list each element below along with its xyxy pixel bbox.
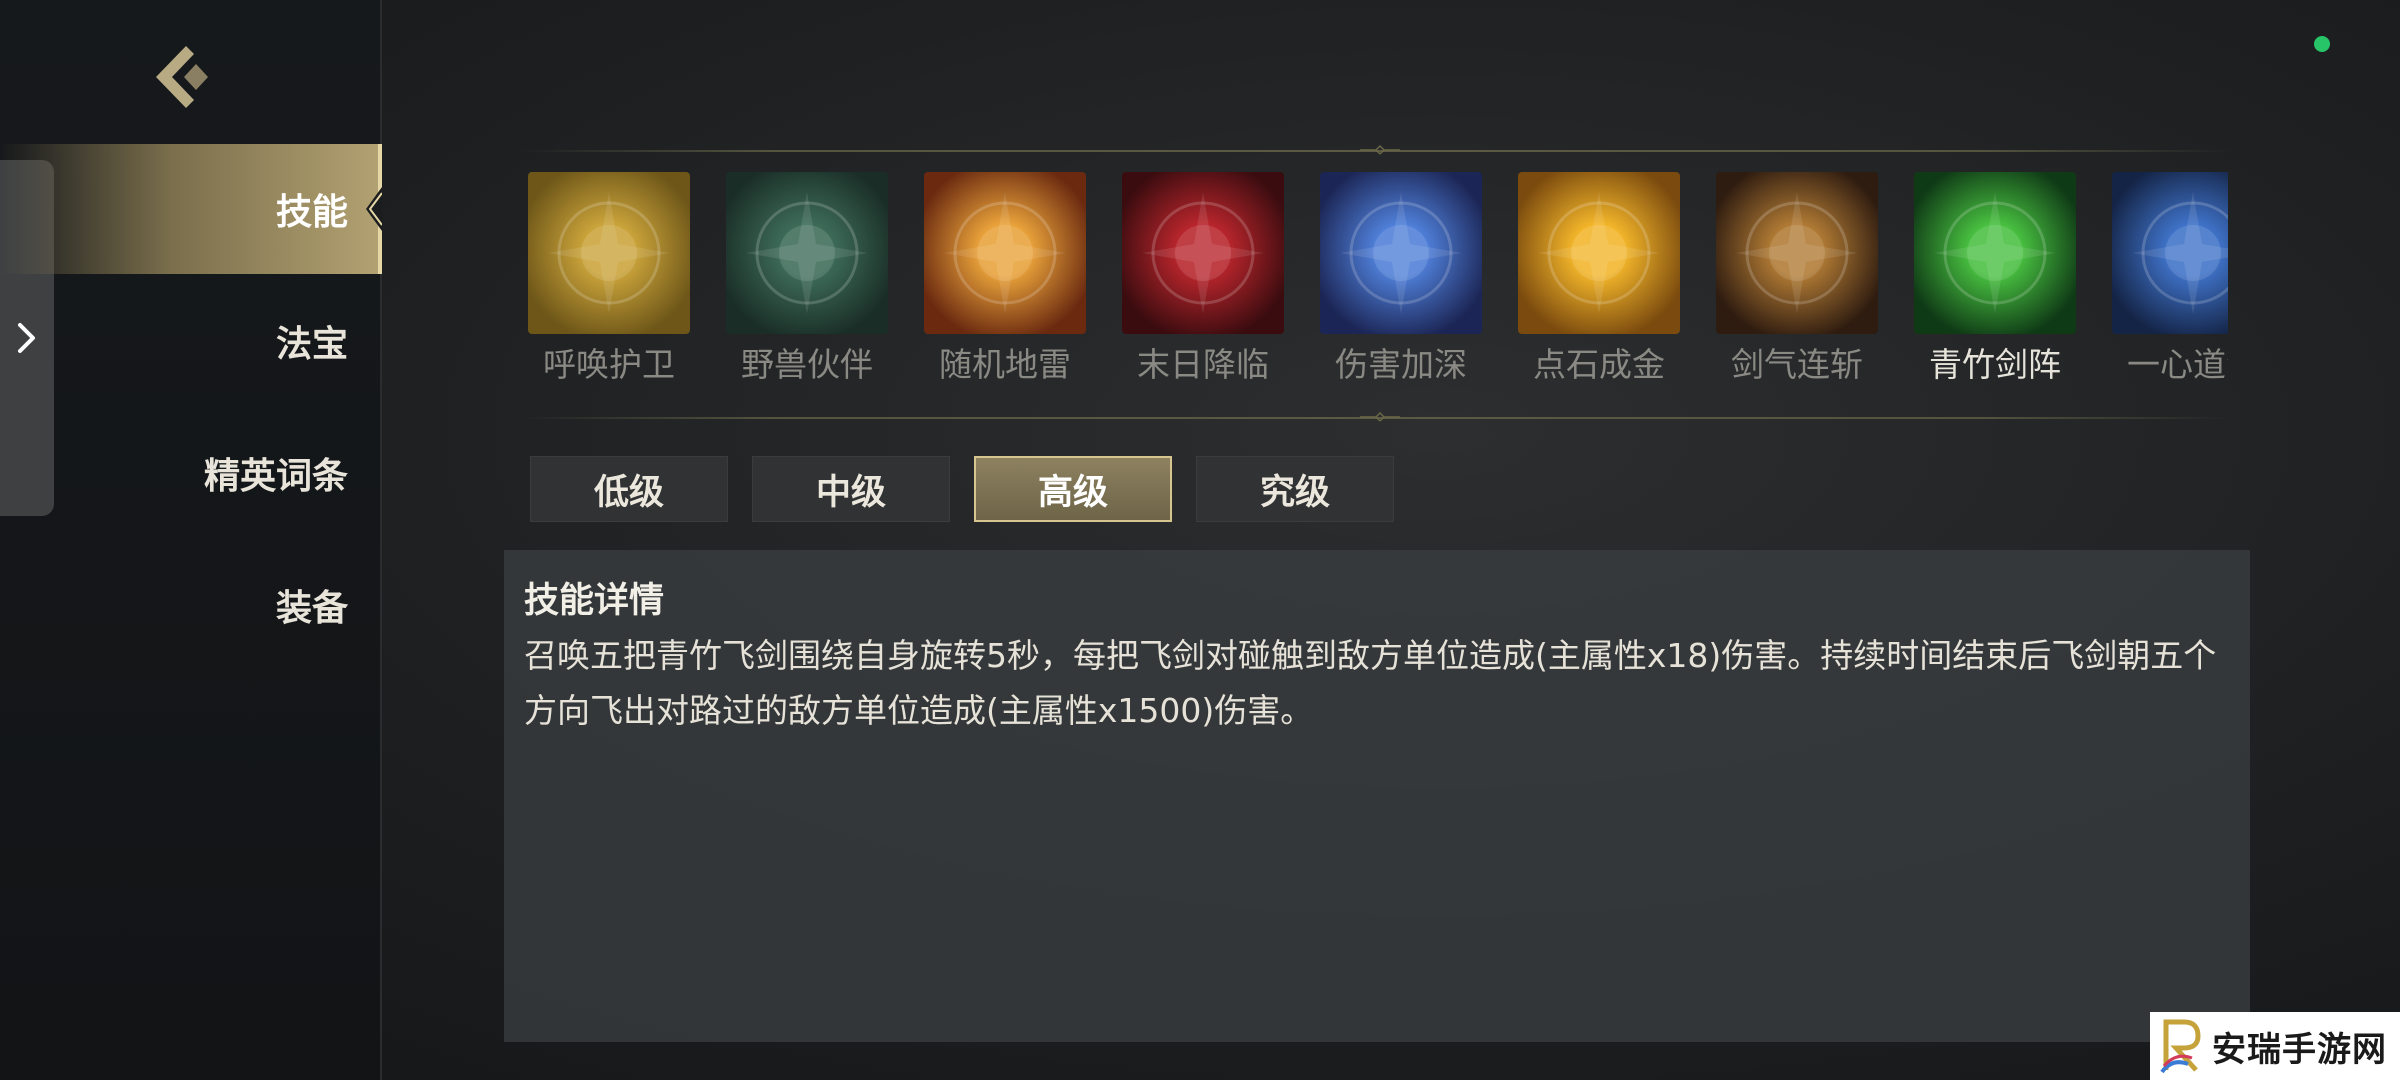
sidebar-item-elite-affix[interactable]: 精英词条 [0, 408, 382, 538]
active-notch-icon [366, 187, 382, 231]
sidebar: 技能 法宝 精英词条 装备 [0, 0, 382, 1080]
status-indicator [2314, 36, 2330, 52]
sidebar-item-skills[interactable]: 技能 [0, 144, 382, 274]
sword-slash-icon [1716, 172, 1878, 334]
tier-mid-button[interactable]: 中级 [752, 456, 950, 522]
doomsday-icon [1122, 172, 1284, 334]
damage-amplify-icon [1320, 172, 1482, 334]
skill-name: 剑气连斩 [1731, 345, 1863, 384]
detail-description: 召唤五把青竹飞剑围绕自身旋转5秒，每把飞剑对碰触到敌方单位造成(主属性x18)伤… [524, 636, 2217, 730]
skill-name: 一心道法 [2127, 345, 2228, 384]
skill-item[interactable]: 随机地雷 [924, 172, 1086, 386]
skill-item[interactable]: 野兽伙伴 [726, 172, 888, 386]
sidebar-item-label: 法宝 [275, 324, 348, 365]
guardian-summon-icon [528, 172, 690, 334]
sidebar-item-equipment[interactable]: 装备 [0, 540, 382, 670]
watermark-text: 安瑞手游网 [2212, 1029, 2387, 1070]
skill-item[interactable]: 伤害加深 [1320, 172, 1482, 386]
tier-label: 高级 [1037, 472, 1108, 513]
divider-ornament-icon [1360, 145, 1400, 155]
skill-item[interactable]: 末日降临 [1122, 172, 1284, 386]
back-button[interactable] [150, 42, 214, 112]
skill-item[interactable]: 一心道法 [2112, 172, 2228, 386]
sidebar-item-label: 精英词条 [203, 456, 348, 497]
tier-label: 低级 [593, 472, 664, 513]
golden-touch-icon [1518, 172, 1680, 334]
skill-name: 伤害加深 [1335, 345, 1467, 384]
sidebar-item-label: 技能 [275, 192, 348, 233]
skill-list[interactable]: 呼唤护卫 野兽伙伴 随机地雷 末日降临 伤害加深 点石成金 剑气连斩 青竹剑阵 一心道法 [528, 172, 2228, 386]
skill-name: 末日降临 [1137, 345, 1269, 384]
skill-name: 野兽伙伴 [741, 345, 873, 384]
divider-ornament-icon [1360, 412, 1400, 422]
skill-item[interactable]: 呼唤护卫 [528, 172, 690, 386]
skill-detail-panel: 技能详情 召唤五把青竹飞剑围绕自身旋转5秒，每把飞剑对碰触到敌方单位造成(主属性… [504, 550, 2250, 1042]
skill-item[interactable]: 点石成金 [1518, 172, 1680, 386]
skill-name: 青竹剑阵 [1929, 345, 2061, 384]
sidebar-item-label: 装备 [275, 588, 348, 629]
skill-name: 点石成金 [1533, 345, 1665, 384]
watermark-logo-icon [2160, 1019, 2201, 1074]
tier-high-button[interactable]: 高级 [974, 456, 1172, 522]
sidebar-item-treasure[interactable]: 法宝 [0, 276, 382, 406]
tier-label: 究级 [1259, 472, 1330, 513]
skill-name: 随机地雷 [939, 345, 1071, 384]
back-arrow-icon [156, 46, 208, 108]
tier-label: 中级 [815, 472, 886, 513]
one-heart-dao-icon [2112, 172, 2228, 334]
watermark: 安瑞手游网 [2150, 1012, 2400, 1080]
skill-item[interactable]: 青竹剑阵 [1914, 172, 2076, 386]
skill-item[interactable]: 剑气连斩 [1716, 172, 1878, 386]
detail-title: 技能详情 [524, 581, 665, 621]
bamboo-sword-array-icon [1914, 172, 2076, 334]
tier-low-button[interactable]: 低级 [530, 456, 728, 522]
tier-ultimate-button[interactable]: 究级 [1196, 456, 1394, 522]
beast-companion-icon [726, 172, 888, 334]
random-mine-icon [924, 172, 1086, 334]
skill-name: 呼唤护卫 [543, 345, 675, 384]
